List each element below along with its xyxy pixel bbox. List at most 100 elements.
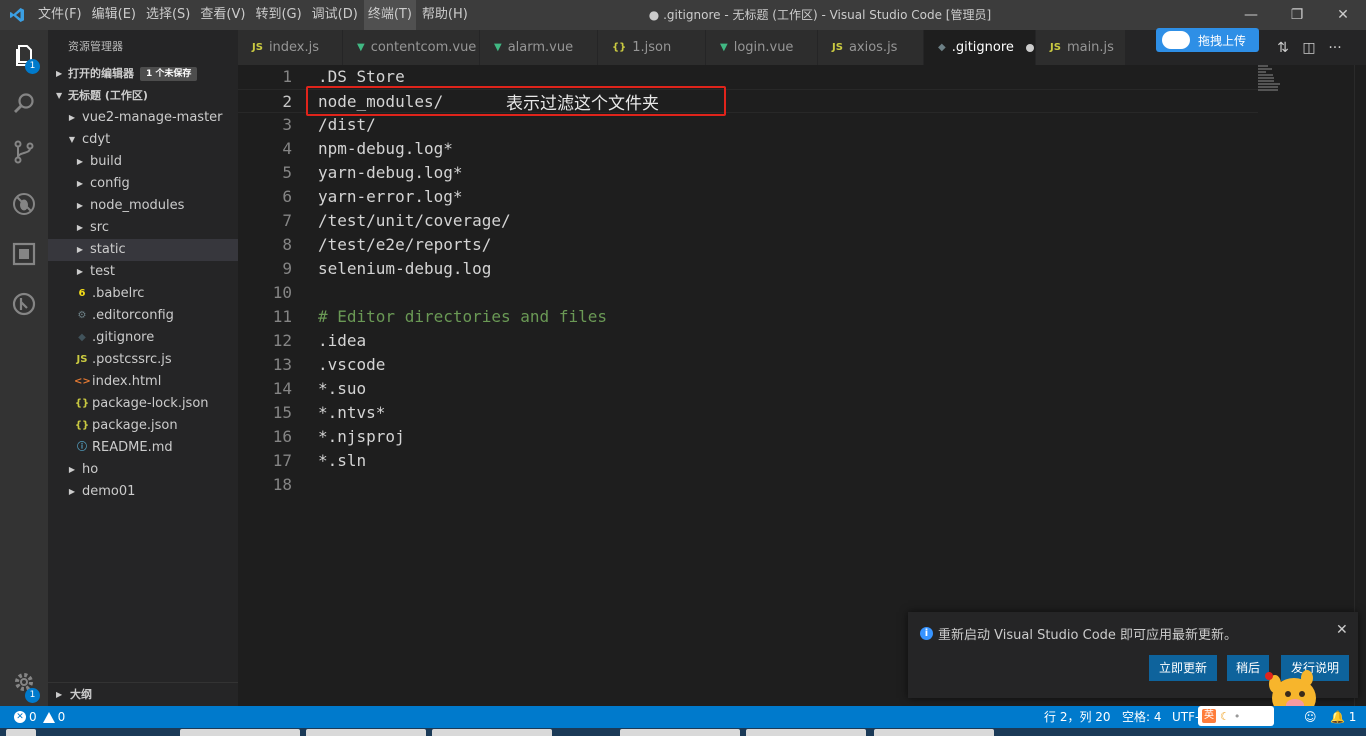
editor-tab[interactable]: ▼ contentcom.vue — [343, 30, 480, 65]
update-now-button[interactable]: 立即更新 — [1149, 655, 1217, 681]
feedback-icon[interactable]: ☺ — [1304, 706, 1317, 728]
editor-tab[interactable]: JS axios.js — [818, 30, 924, 65]
code-line[interactable]: 10 — [238, 281, 1258, 305]
search-icon[interactable] — [0, 80, 48, 128]
taskbar-app[interactable] — [306, 729, 426, 736]
code-line[interactable]: 12 .idea — [238, 329, 1258, 353]
explorer-icon[interactable]: 1 — [0, 32, 48, 80]
ime-language: 英 — [1202, 709, 1216, 723]
remote-icon[interactable] — [0, 280, 48, 328]
taskbar-app[interactable] — [874, 729, 994, 736]
source-control-icon[interactable] — [0, 128, 48, 176]
menu-item[interactable]: 选择(S) — [142, 0, 194, 30]
ime-toolbar[interactable]: 英 ☾ • — [1198, 706, 1274, 726]
code-line[interactable]: 15 *.ntvs* — [238, 401, 1258, 425]
json-file-icon: {} — [74, 398, 90, 409]
editor-tab[interactable]: ▼ login.vue — [706, 30, 818, 65]
tree-folder[interactable]: ▶ test — [48, 261, 238, 283]
code-line[interactable]: 7/test/unit/coverage/ — [238, 209, 1258, 233]
line-text: npm-debug.log* — [318, 139, 453, 158]
upload-button-label: 拖拽上传 — [1198, 33, 1247, 48]
debug-icon[interactable] — [0, 180, 48, 228]
minimize-icon[interactable]: — — [1228, 0, 1274, 30]
tree-file[interactable]: ◆ .gitignore — [48, 327, 238, 349]
code-line[interactable]: 13 .vscode — [238, 353, 1258, 377]
code-line[interactable]: 9 selenium-debug.log — [238, 257, 1258, 281]
taskbar-app[interactable] — [620, 729, 740, 736]
outline-header[interactable]: ▶ 大纲 — [48, 682, 238, 706]
tree-folder[interactable]: ▶ vue2-manage-master — [48, 107, 238, 129]
open-editors-header[interactable]: ▶ 打开的编辑器 1 个未保存 — [48, 63, 238, 85]
code-line[interactable]: 3/dist/ — [238, 113, 1258, 137]
code-line[interactable]: 17 *.sln — [238, 449, 1258, 473]
tree-folder[interactable]: ▶ config — [48, 173, 238, 195]
menu-item[interactable]: 编辑(E) — [88, 0, 140, 30]
code-line[interactable]: 8/test/e2e/reports/ — [238, 233, 1258, 257]
start-button[interactable] — [6, 729, 36, 736]
menu-item[interactable]: 文件(F) — [34, 0, 86, 30]
code-line[interactable]: 5 yarn-debug.log* — [238, 161, 1258, 185]
tree-folder[interactable]: ▶ node_modules — [48, 195, 238, 217]
split-editor-icon[interactable]: ◫ — [1296, 30, 1322, 65]
code-line[interactable]: 11 # Editor directories and files — [238, 305, 1258, 329]
code-line[interactable]: 18 — [238, 473, 1258, 497]
tree-file[interactable]: JS .postcssrc.js — [48, 349, 238, 371]
editor-tab[interactable]: JS index.js — [238, 30, 343, 65]
code-line[interactable]: 4 npm-debug.log* — [238, 137, 1258, 161]
line-text: .idea — [318, 331, 367, 350]
taskbar-app[interactable] — [432, 729, 552, 736]
encoding[interactable]: UTF- — [1172, 706, 1199, 728]
window-title: ● .gitignore - 无标题 (工作区) - Visual Studio… — [648, 8, 992, 22]
line-text: yarn-debug.log* — [318, 163, 463, 182]
taskbar-app[interactable] — [180, 729, 300, 736]
tree-folder[interactable]: ▶ demo01 — [48, 481, 238, 503]
editor-tab[interactable]: {} 1.json — [598, 30, 706, 65]
code-line[interactable]: 14 *.suo — [238, 377, 1258, 401]
code-editor[interactable]: 1 .DS Store 2 node_modules/3/dist/4 npm-debu… — [238, 65, 1366, 706]
upload-button[interactable]: 拖拽上传 — [1156, 28, 1259, 52]
line-text: *.sln — [318, 451, 367, 470]
tree-file[interactable]: 6 .babelrc — [48, 283, 238, 305]
problems-indicator[interactable]: ✕ 0 0 — [14, 706, 65, 728]
tree-file[interactable]: {} package.json — [48, 415, 238, 437]
unsaved-dot-icon[interactable] — [1025, 43, 1034, 52]
tree-folder[interactable]: ▶ ho — [48, 459, 238, 481]
line-number: 15 — [272, 403, 292, 422]
tree-folder[interactable]: ▶ build — [48, 151, 238, 173]
code-line[interactable]: 16 *.njsproj — [238, 425, 1258, 449]
close-icon[interactable]: ✕ — [1320, 0, 1366, 30]
open-changes-icon[interactable]: ⇅ — [1270, 30, 1296, 65]
more-actions-icon[interactable]: ··· — [1322, 30, 1348, 65]
tree-folder[interactable]: ▼ cdyt — [48, 129, 238, 151]
editor-tab[interactable]: JS main.js — [1036, 30, 1126, 65]
tree-item-label: cdyt — [82, 132, 111, 147]
notifications-indicator[interactable]: 🔔 1 — [1330, 706, 1356, 728]
tree-file[interactable]: <> index.html — [48, 371, 238, 393]
menu-item[interactable]: 调试(D) — [308, 0, 362, 30]
tree-file[interactable]: ⚙ .editorconfig — [48, 305, 238, 327]
editor-scrollbar[interactable] — [1354, 65, 1366, 706]
chevron-down-icon: ▼ — [56, 91, 63, 100]
close-icon[interactable]: ✕ — [1336, 622, 1348, 638]
tree-item-label: .gitignore — [92, 330, 155, 345]
workspace-header[interactable]: ▼ 无标题 (工作区) — [48, 85, 238, 107]
minimap[interactable] — [1258, 65, 1354, 105]
tree-folder[interactable]: ▶ static — [48, 239, 238, 261]
restore-icon[interactable]: ❐ — [1274, 0, 1320, 30]
menu-item[interactable]: 查看(V) — [196, 0, 249, 30]
extensions-icon[interactable] — [0, 230, 48, 278]
taskbar-app[interactable] — [746, 729, 866, 736]
editor-tab[interactable]: ▼ alarm.vue — [480, 30, 598, 65]
tree-file[interactable]: ⓘ README.md — [48, 437, 238, 459]
cursor-position[interactable]: 行 2，列 20 — [1044, 706, 1111, 728]
menu-item[interactable]: 转到(G) — [251, 0, 305, 30]
menu-item[interactable]: 终端(T) — [363, 0, 416, 30]
editor-tab[interactable]: ◆ .gitignore — [924, 30, 1036, 65]
tree-file[interactable]: {} package-lock.json — [48, 393, 238, 415]
indentation[interactable]: 空格: 4 — [1122, 706, 1162, 728]
settings-gear-icon[interactable]: 1 — [0, 658, 48, 706]
tab-label: main.js — [1066, 40, 1114, 55]
code-line[interactable]: 6 yarn-error.log* — [238, 185, 1258, 209]
tree-folder[interactable]: ▶ src — [48, 217, 238, 239]
menu-item[interactable]: 帮助(H) — [418, 0, 472, 30]
